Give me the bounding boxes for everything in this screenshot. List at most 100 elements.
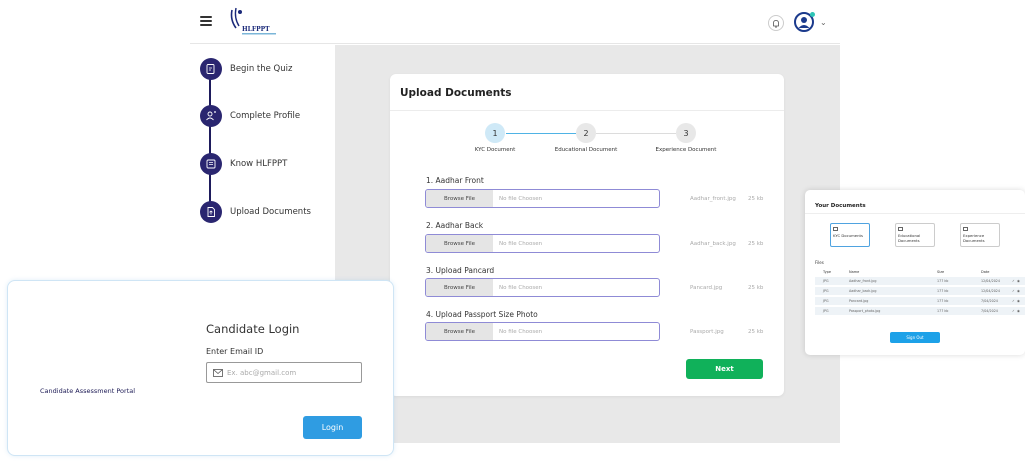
- cell-size: 177 kb: [937, 278, 949, 283]
- browse-file-button[interactable]: Browse File: [426, 235, 493, 252]
- docs-title: Your Documents: [815, 203, 866, 209]
- stepper-line: [596, 133, 676, 134]
- cell-type: JPG: [823, 298, 829, 303]
- user-avatar-icon[interactable]: [794, 12, 815, 32]
- file-input-aadhar-back[interactable]: Browse File No file Choosen: [425, 234, 660, 253]
- category-educational[interactable]: Educational Documents: [895, 223, 935, 247]
- divider: [390, 110, 784, 111]
- files-table-header: Type Name Size Date: [815, 268, 1025, 274]
- book-icon: [200, 153, 222, 175]
- table-row[interactable]: JPG Aadhar_front.jpg 177 kb 12/04/2024 ✓…: [815, 277, 1025, 285]
- step-3-indicator[interactable]: 3: [676, 123, 696, 143]
- stepper-line: [506, 133, 576, 134]
- browse-file-button[interactable]: Browse File: [426, 279, 493, 296]
- login-title: Candidate Login: [206, 322, 300, 336]
- column-header: Name: [849, 269, 860, 274]
- profile-icon: [200, 105, 222, 127]
- file-size: 25 kb: [748, 196, 764, 202]
- sidebar-item-know-hlfppt[interactable]: Know HLFPPT: [200, 153, 287, 175]
- step-2-label: Educational Document: [554, 147, 618, 153]
- table-row[interactable]: JPG Aadhar_back.jpg 177 kb 12/04/2024 ✓ …: [815, 287, 1025, 295]
- cell-type: JPG: [823, 288, 829, 293]
- login-button[interactable]: Login: [303, 416, 362, 439]
- folder-icon: [833, 227, 838, 231]
- sidebar-item-label: Upload Documents: [230, 207, 311, 217]
- step-2-indicator[interactable]: 2: [576, 123, 596, 143]
- category-label: Educational Documents: [898, 233, 921, 243]
- eye-icon[interactable]: ◉: [1017, 289, 1020, 293]
- step-1-label: KYC Document: [474, 147, 516, 153]
- field-label: 1. Aadhar Front: [426, 176, 484, 185]
- sidebar-item-complete-profile[interactable]: Complete Profile: [200, 105, 300, 127]
- next-button[interactable]: Next: [686, 359, 763, 379]
- cell-size: 177 kb: [937, 308, 949, 313]
- file-input-pancard[interactable]: Browse File No file Choosen: [425, 278, 660, 297]
- field-label: 4. Upload Passport Size Photo: [426, 310, 538, 319]
- category-kyc[interactable]: KYC Documents: [830, 223, 870, 247]
- table-row[interactable]: JPG Pancard.jpg 177 kb 7/04/2024 ✓ ◉: [815, 297, 1025, 305]
- your-documents-card: Your Documents KYC Documents Educational…: [805, 190, 1025, 355]
- column-header: Size: [937, 269, 945, 274]
- browse-file-button[interactable]: Browse File: [426, 190, 493, 207]
- eye-icon[interactable]: ◉: [1017, 309, 1020, 313]
- field-label: 3. Upload Pancard: [426, 266, 495, 275]
- email-label: Enter Email ID: [206, 347, 264, 356]
- email-placeholder: Ex. abc@gmail.com: [227, 368, 297, 377]
- folder-icon: [963, 227, 968, 231]
- column-header: Date: [981, 269, 990, 274]
- cell-date: 12/04/2024: [981, 278, 1001, 283]
- logo-text: HLFPPT: [242, 26, 270, 33]
- browse-file-button[interactable]: Browse File: [426, 323, 493, 340]
- file-input-passport-photo[interactable]: Browse File No file Choosen: [425, 322, 660, 341]
- hlfppt-logo: HLFPPT: [228, 6, 288, 38]
- upload-documents-card: Upload Documents 1 2 3 KYC Document Educ…: [390, 74, 784, 396]
- cell-type: JPG: [823, 308, 829, 313]
- cell-size: 177 kb: [937, 298, 949, 303]
- notification-bell-icon[interactable]: [768, 15, 784, 31]
- mail-icon: [213, 368, 223, 377]
- category-label: KYC Documents: [833, 233, 863, 238]
- file-size: 25 kb: [748, 241, 764, 247]
- file-size: 25 kb: [748, 329, 764, 335]
- file-name: Aadhar_back.jpg: [690, 241, 736, 247]
- check-icon: ✓: [1012, 298, 1015, 303]
- upload-document-icon: [200, 201, 222, 223]
- step-3-label: Experience Document: [655, 147, 717, 153]
- category-experience[interactable]: Experience Documents: [960, 223, 1000, 247]
- cell-name: Aadhar_front.jpg: [849, 278, 877, 283]
- step-1-indicator[interactable]: 1: [485, 123, 505, 143]
- check-icon: ✓: [1012, 278, 1015, 283]
- cell-size: 177 kb: [937, 288, 949, 293]
- cell-date: 7/04/2024: [981, 298, 998, 303]
- eye-icon[interactable]: ◉: [1017, 279, 1020, 283]
- file-size: 25 kb: [748, 285, 764, 291]
- sidebar-item-label: Complete Profile: [230, 111, 301, 121]
- quiz-icon: [200, 58, 222, 80]
- file-placeholder: No file Choosen: [499, 195, 543, 202]
- column-header: Type: [823, 269, 832, 274]
- candidate-login-card: Candidate Login Enter Email ID Ex. abc@g…: [7, 280, 394, 456]
- folder-icon: [898, 227, 903, 231]
- cell-type: JPG: [823, 278, 829, 283]
- portal-label: Candidate Assessment Portal: [40, 387, 136, 395]
- sidebar-item-upload-documents[interactable]: Upload Documents: [200, 201, 311, 223]
- file-placeholder: No file Choosen: [499, 240, 543, 247]
- cell-date: 12/04/2024: [981, 288, 1001, 293]
- field-label: 2. Aadhar Back: [426, 221, 484, 230]
- table-row[interactable]: JPG Passport_photo.jpg 177 kb 7/04/2024 …: [815, 307, 1025, 315]
- file-name: Pancard.jpg: [690, 285, 723, 291]
- upload-title: Upload Documents: [400, 87, 512, 99]
- email-input[interactable]: Ex. abc@gmail.com: [206, 362, 362, 383]
- file-name: Passport.jpg: [690, 329, 724, 335]
- progress-sidebar: Begin the Quiz Complete Profile Know HLF…: [190, 45, 335, 275]
- cell-name: Aadhar_back.jpg: [849, 288, 877, 293]
- sidebar-item-begin-quiz[interactable]: Begin the Quiz: [200, 58, 292, 80]
- chevron-down-icon[interactable]: ⌄: [820, 18, 827, 27]
- eye-icon[interactable]: ◉: [1017, 299, 1020, 303]
- sign-out-button[interactable]: Sign Out: [890, 332, 940, 343]
- sidebar-item-label: Know HLFPPT: [230, 159, 288, 169]
- file-placeholder: No file Choosen: [499, 328, 543, 335]
- hamburger-menu-icon[interactable]: [200, 16, 212, 26]
- file-input-aadhar-front[interactable]: Browse File No file Choosen: [425, 189, 660, 208]
- files-label: Files: [815, 260, 824, 265]
